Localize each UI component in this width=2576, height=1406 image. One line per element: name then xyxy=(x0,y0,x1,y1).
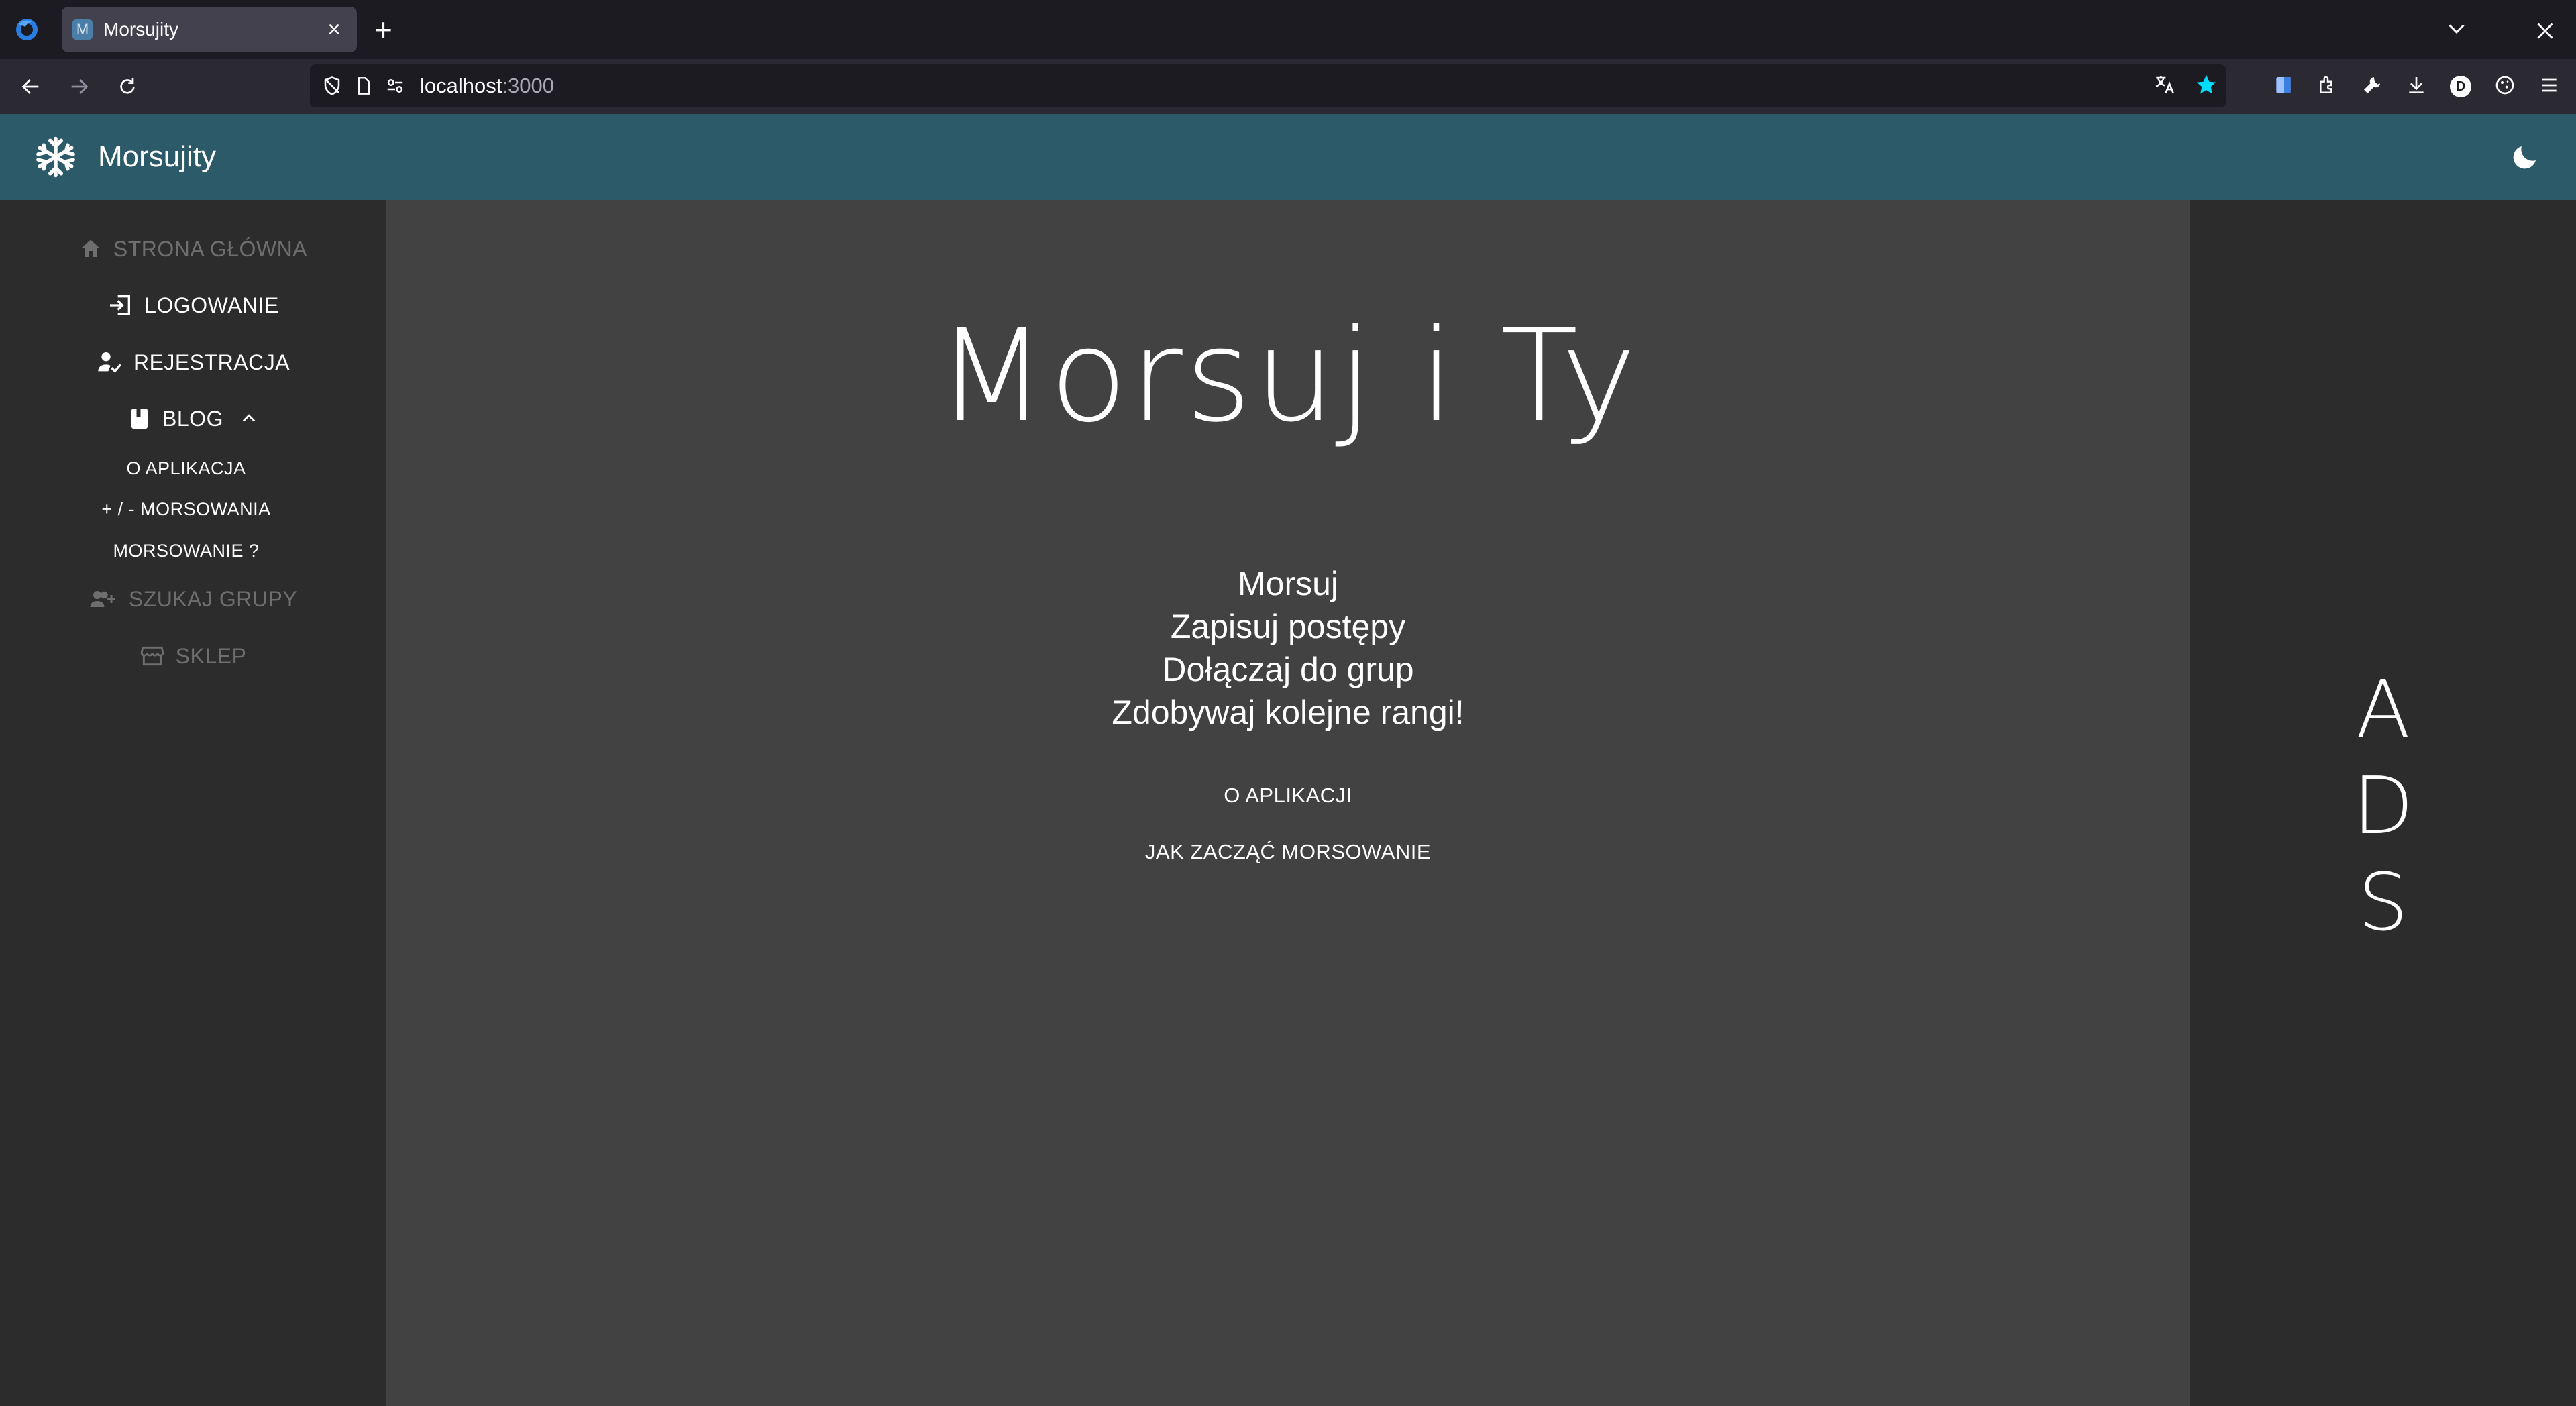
new-tab-button[interactable]: + xyxy=(374,11,392,48)
sidebar-item-label: SZUKAJ GRUPY xyxy=(128,586,298,611)
book-icon xyxy=(127,407,152,431)
ads-letter: A xyxy=(2356,663,2410,755)
sidebar-subitem-morsowanie[interactable]: MORSOWANIE ? xyxy=(0,531,386,571)
window-close-icon[interactable] xyxy=(2533,9,2557,50)
ads-panel: A D S xyxy=(2190,200,2576,1406)
dev-tools-wrench-icon[interactable] xyxy=(2361,74,2383,99)
how-to-start-button[interactable]: JAK ZACZĄĆ MORSOWANIE xyxy=(386,840,2190,864)
browser-tab-bar: M Morsujity × + xyxy=(0,0,2576,59)
url-bar[interactable]: localhost:3000 xyxy=(310,64,2226,107)
firefox-logo-icon[interactable] xyxy=(13,16,40,43)
tab-title: Morsujity xyxy=(103,19,179,40)
sidebar-item-search-group[interactable]: SZUKAJ GRUPY xyxy=(0,579,386,619)
forward-arrow-icon[interactable] xyxy=(55,75,103,98)
hero-title: Morsuj i Ty xyxy=(936,302,1640,450)
tagline-line: Morsuj xyxy=(1237,565,1339,602)
tracking-shield-icon[interactable] xyxy=(322,76,342,96)
cookie-icon[interactable] xyxy=(2494,74,2516,99)
ads-letter: D xyxy=(2353,759,2414,852)
about-app-button[interactable]: O APLIKACJI xyxy=(386,783,2190,808)
login-icon xyxy=(107,292,133,319)
sidebar: STRONA GŁÓWNA LOGOWANIE REJESTRACJA BLOG… xyxy=(0,200,386,1406)
sidebar-item-login[interactable]: LOGOWANIE xyxy=(0,285,386,325)
sidebar-subitem-label: MORSOWANIE ? xyxy=(113,540,260,561)
sidebar-item-label: REJESTRACJA xyxy=(133,349,290,374)
register-icon xyxy=(96,349,123,376)
browser-tab[interactable]: M Morsujity × xyxy=(62,7,357,52)
app-header: Morsujity xyxy=(0,114,2576,200)
sidebar-subitem-plus-minus-morsowania[interactable]: + / - MORSOWANIA xyxy=(0,489,386,529)
sidebar-subitem-label: O APLIKACJA xyxy=(126,457,246,478)
hamburger-menu-icon[interactable] xyxy=(2538,74,2560,99)
extension-bitwarden-icon[interactable] xyxy=(2273,74,2294,99)
dark-mode-moon-icon[interactable] xyxy=(2509,141,2541,173)
sidebar-item-label: BLOG xyxy=(162,406,223,431)
bookmark-star-icon[interactable] xyxy=(2195,73,2218,99)
snowflake-logo-icon[interactable] xyxy=(34,135,78,179)
tagline-line: Zapisuj postępy xyxy=(1170,608,1406,645)
sidebar-item-label: STRONA GŁÓWNA xyxy=(113,236,308,261)
chevron-up-icon[interactable] xyxy=(239,409,258,428)
home-icon xyxy=(78,237,103,261)
profile-avatar-icon[interactable]: D xyxy=(2450,76,2471,97)
sidebar-item-home[interactable]: STRONA GŁÓWNA xyxy=(0,229,386,269)
store-icon xyxy=(140,643,165,669)
tagline-line: Zdobywaj kolejne rangi! xyxy=(1112,694,1464,731)
profile-letter: D xyxy=(2455,78,2466,94)
group-add-icon xyxy=(89,587,118,611)
app-title[interactable]: Morsujity xyxy=(98,140,216,174)
browser-navigation-bar: localhost:3000 D xyxy=(0,59,2576,114)
ads-letter: S xyxy=(2358,856,2408,949)
sidebar-item-label: LOGOWANIE xyxy=(144,292,279,317)
extensions-puzzle-icon[interactable] xyxy=(2317,74,2339,99)
sidebar-item-blog[interactable]: BLOG xyxy=(0,398,386,439)
reload-icon[interactable] xyxy=(103,76,152,97)
sidebar-item-label: SKLEP xyxy=(175,643,247,668)
permissions-icon[interactable] xyxy=(385,76,405,96)
tab-close-icon[interactable]: × xyxy=(322,17,346,43)
sidebar-item-shop[interactable]: SKLEP xyxy=(0,636,386,676)
url-host: localhost xyxy=(420,74,502,97)
translate-icon[interactable] xyxy=(2153,73,2176,99)
back-arrow-icon[interactable] xyxy=(7,75,55,98)
sidebar-subitem-label: + / - MORSOWANIA xyxy=(101,498,271,519)
tagline: Morsuj Zapisuj postępy Dołączaj do grup … xyxy=(386,562,2190,734)
downloads-icon[interactable] xyxy=(2406,74,2427,99)
sidebar-item-register[interactable]: REJESTRACJA xyxy=(0,342,386,382)
main-content: Morsuj i Ty Morsuj Zapisuj postępy Dołąc… xyxy=(386,200,2190,1406)
url-text: localhost:3000 xyxy=(420,74,554,98)
tagline-line: Dołączaj do grup xyxy=(1162,651,1414,688)
sidebar-subitem-o-aplikacja[interactable]: O APLIKACJA xyxy=(0,448,386,488)
tab-favicon-icon: M xyxy=(72,19,93,40)
page-info-icon[interactable] xyxy=(354,76,373,95)
tab-list-chevron-icon[interactable] xyxy=(2445,16,2469,44)
url-port: :3000 xyxy=(502,74,554,97)
